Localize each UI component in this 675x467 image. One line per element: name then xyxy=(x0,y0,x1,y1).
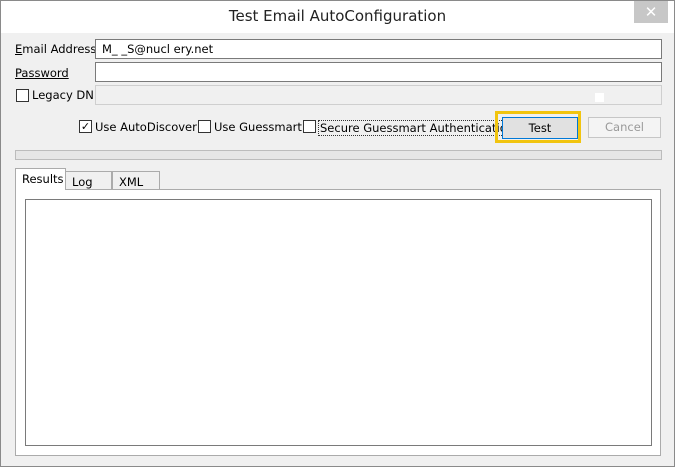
tab-results[interactable]: Results xyxy=(15,168,66,190)
email-address-input[interactable]: M_ _S@nucl ery.net xyxy=(95,39,662,59)
secure-guessmart-checkbox[interactable] xyxy=(303,120,316,133)
password-label-text: Password xyxy=(15,66,69,80)
results-tab-panel xyxy=(15,189,661,456)
tab-log[interactable]: Log xyxy=(65,171,112,189)
legacy-dn-scroll-thumb xyxy=(595,93,604,102)
test-email-autoconfiguration-window: Test Email AutoConfiguration ✕ Email Add… xyxy=(0,0,675,467)
legacy-dn-label: Legacy DN xyxy=(32,88,94,102)
email-address-label-text: mail Address xyxy=(22,42,97,56)
use-guessmart-checkbox[interactable] xyxy=(198,120,211,133)
title-bar: Test Email AutoConfiguration ✕ xyxy=(1,1,674,33)
check-icon: ✓ xyxy=(80,120,91,133)
legacy-dn-checkbox[interactable] xyxy=(16,89,29,102)
results-textarea[interactable] xyxy=(25,199,652,446)
password-label: Password xyxy=(15,66,69,80)
use-guessmart-label: Use Guessmart xyxy=(214,120,302,134)
test-button[interactable]: Test xyxy=(502,117,578,139)
close-icon: ✕ xyxy=(644,3,658,21)
legacy-dn-input[interactable] xyxy=(95,85,662,105)
use-autodiscover-label: Use AutoDiscover xyxy=(95,120,197,134)
secure-guessmart-label: Secure Guessmart Authentication xyxy=(318,120,517,136)
tab-xml[interactable]: XML xyxy=(112,171,160,189)
close-button[interactable]: ✕ xyxy=(634,1,668,23)
progress-bar xyxy=(15,150,662,160)
password-input[interactable] xyxy=(95,62,662,82)
email-address-label: Email Address xyxy=(15,42,97,56)
window-title: Test Email AutoConfiguration xyxy=(228,7,447,25)
cancel-button[interactable]: Cancel xyxy=(588,117,661,138)
use-autodiscover-checkbox[interactable]: ✓ xyxy=(79,120,92,133)
